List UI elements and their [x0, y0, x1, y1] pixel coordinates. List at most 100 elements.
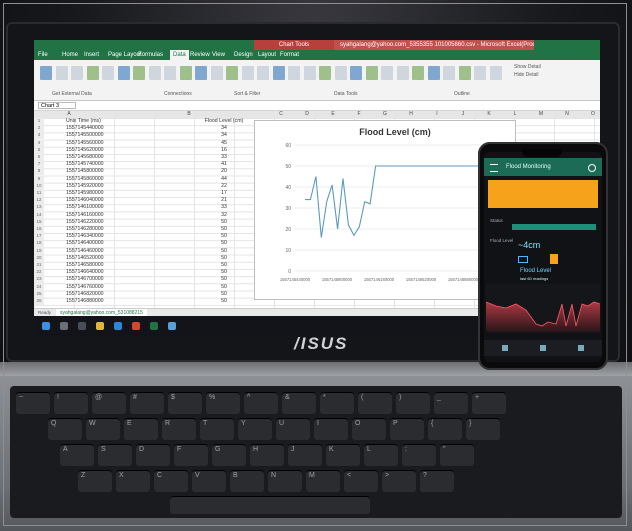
column-header[interactable]: H	[404, 111, 418, 118]
keyboard-key[interactable]: F	[174, 444, 208, 466]
keyboard-key[interactable]: *	[320, 392, 354, 414]
keyboard-key[interactable]: #	[130, 392, 164, 414]
ribbon-command-icon[interactable]	[381, 66, 393, 80]
cell-flood-level[interactable]: 17	[184, 190, 264, 197]
windows-start-icon[interactable]	[42, 322, 50, 330]
ribbon-command-icon[interactable]	[303, 66, 316, 80]
cell-unix-time[interactable]: 1557145800000	[66, 168, 146, 175]
keyboard-key[interactable]: U	[276, 418, 310, 440]
row-number[interactable]: 12	[34, 197, 44, 205]
cell-unix-time[interactable]: 1557146640000	[66, 269, 146, 276]
row-number[interactable]: 23	[34, 276, 44, 284]
cell-unix-time[interactable]: 1557146580000	[66, 262, 146, 269]
keyboard-key[interactable]: <	[344, 470, 378, 492]
ribbon-command-icon[interactable]	[412, 66, 424, 80]
row-number[interactable]: 9	[34, 175, 44, 183]
row-number[interactable]: 18	[34, 240, 44, 248]
ribbon-command-icon[interactable]	[489, 66, 502, 80]
ribbon-command-icon[interactable]	[319, 66, 331, 80]
keyboard-key[interactable]: >	[382, 470, 416, 492]
keyboard-key[interactable]: (	[358, 392, 392, 414]
row-number[interactable]: 22	[34, 269, 44, 277]
cell-flood-level[interactable]: 45	[184, 140, 264, 147]
row-number[interactable]: 2	[34, 125, 44, 133]
ribbon-command-icon[interactable]	[71, 66, 83, 80]
ribbon-command-icon[interactable]	[241, 66, 254, 80]
keyboard-key[interactable]: }	[466, 418, 500, 440]
cell-unix-time[interactable]: 1557146880000	[66, 298, 146, 305]
row-number[interactable]: 16	[34, 226, 44, 233]
keyboard-key[interactable]: X	[116, 470, 150, 492]
column-header[interactable]: E	[326, 111, 340, 118]
ribbon-command-icon[interactable]	[195, 66, 207, 80]
formula-bar[interactable]	[34, 101, 600, 111]
keyboard-key[interactable]: ~	[16, 392, 50, 414]
ribbon-command-icon[interactable]	[40, 66, 52, 80]
cell-flood-level[interactable]: 50	[184, 255, 264, 262]
cell-flood-level[interactable]: 50	[184, 298, 264, 305]
cell-flood-level[interactable]: 20	[184, 168, 264, 175]
cell-unix-time[interactable]: 1557146040000	[66, 197, 146, 204]
row-number[interactable]: 25	[34, 290, 44, 298]
ribbon-tab-view[interactable]: View	[212, 50, 225, 60]
column-header[interactable]: N	[560, 111, 574, 118]
ribbon-tab-insert[interactable]: Insert	[84, 50, 99, 60]
hide-detail-button[interactable]: Hide Detail	[514, 72, 538, 78]
task-view-icon[interactable]	[78, 322, 86, 330]
keyboard-key[interactable]: G	[212, 444, 246, 466]
ribbon-command-icon[interactable]	[257, 66, 269, 80]
cell-unix-time[interactable]: 1557145560000	[66, 140, 146, 147]
cell-unix-time[interactable]: 1557146760000	[66, 284, 146, 291]
ribbon-command-icon[interactable]	[102, 66, 114, 80]
spacebar[interactable]	[170, 496, 370, 514]
ribbon-tab-layout[interactable]: Layout	[258, 50, 276, 60]
keyboard-key[interactable]: B	[230, 470, 264, 492]
ribbon-command-icon[interactable]	[86, 66, 99, 80]
cell-flood-level[interactable]: 50	[184, 262, 264, 269]
cell-unix-time[interactable]: 1557145500000	[66, 132, 146, 139]
cell-flood-level[interactable]: 32	[184, 212, 264, 219]
ribbon-tab-page-layout[interactable]: Page Layout	[108, 50, 142, 60]
cell-unix-time[interactable]: 1557146700000	[66, 276, 146, 283]
cell-flood-level[interactable]: 22	[184, 183, 264, 190]
column-header[interactable]: G	[378, 111, 392, 118]
cell-flood-level[interactable]: 50	[184, 276, 264, 283]
cell-unix-time[interactable]: 1557145680000	[66, 154, 146, 161]
ribbon-tab-format[interactable]: Format	[280, 50, 299, 60]
keyboard-key[interactable]: D	[136, 444, 170, 466]
keyboard-key[interactable]: "	[440, 444, 474, 466]
cell-flood-level[interactable]: 50	[184, 233, 264, 240]
column-header[interactable]: A	[62, 111, 76, 118]
cell-flood-level[interactable]: 50	[184, 226, 264, 233]
ribbon-command-icon[interactable]	[474, 66, 486, 80]
keyboard-key[interactable]: V	[192, 470, 226, 492]
keyboard-key[interactable]: R	[162, 418, 196, 440]
nav-settings-icon[interactable]	[578, 345, 584, 351]
row-number[interactable]: 3	[34, 132, 44, 140]
show-detail-button[interactable]: Show Detail	[514, 64, 541, 70]
cell-unix-time[interactable]: 1557146820000	[66, 291, 146, 298]
file-explorer-icon[interactable]	[96, 322, 104, 330]
row-number[interactable]: 15	[34, 218, 44, 226]
keyboard-key[interactable]: C	[154, 470, 188, 492]
row-number[interactable]: 5	[34, 146, 44, 154]
cell-flood-level[interactable]: 44	[184, 176, 264, 183]
keyboard-key[interactable]: @	[92, 392, 126, 414]
column-header[interactable]: F	[352, 111, 366, 118]
cell-unix-time[interactable]: 1557146100000	[66, 204, 146, 211]
cell-flood-level[interactable]: 21	[184, 197, 264, 204]
row-number[interactable]: 19	[34, 247, 44, 255]
menu-icon[interactable]	[490, 164, 498, 172]
cell-flood-level[interactable]: 50	[184, 291, 264, 298]
nav-chart-icon[interactable]	[540, 345, 546, 351]
ribbon-command-icon[interactable]	[365, 66, 378, 80]
ribbon-command-icon[interactable]	[210, 66, 223, 80]
column-header[interactable]: J	[456, 111, 470, 118]
cell-unix-time[interactable]: 1557146340000	[66, 233, 146, 240]
name-box[interactable]: Chart 3	[38, 102, 76, 109]
column-header[interactable]: C	[274, 111, 288, 118]
cell-unix-time[interactable]: 1557145740000	[66, 161, 146, 168]
row-number[interactable]: 8	[34, 168, 44, 176]
keyboard-key[interactable]: :	[402, 444, 436, 466]
ribbon-command-icon[interactable]	[133, 66, 145, 80]
